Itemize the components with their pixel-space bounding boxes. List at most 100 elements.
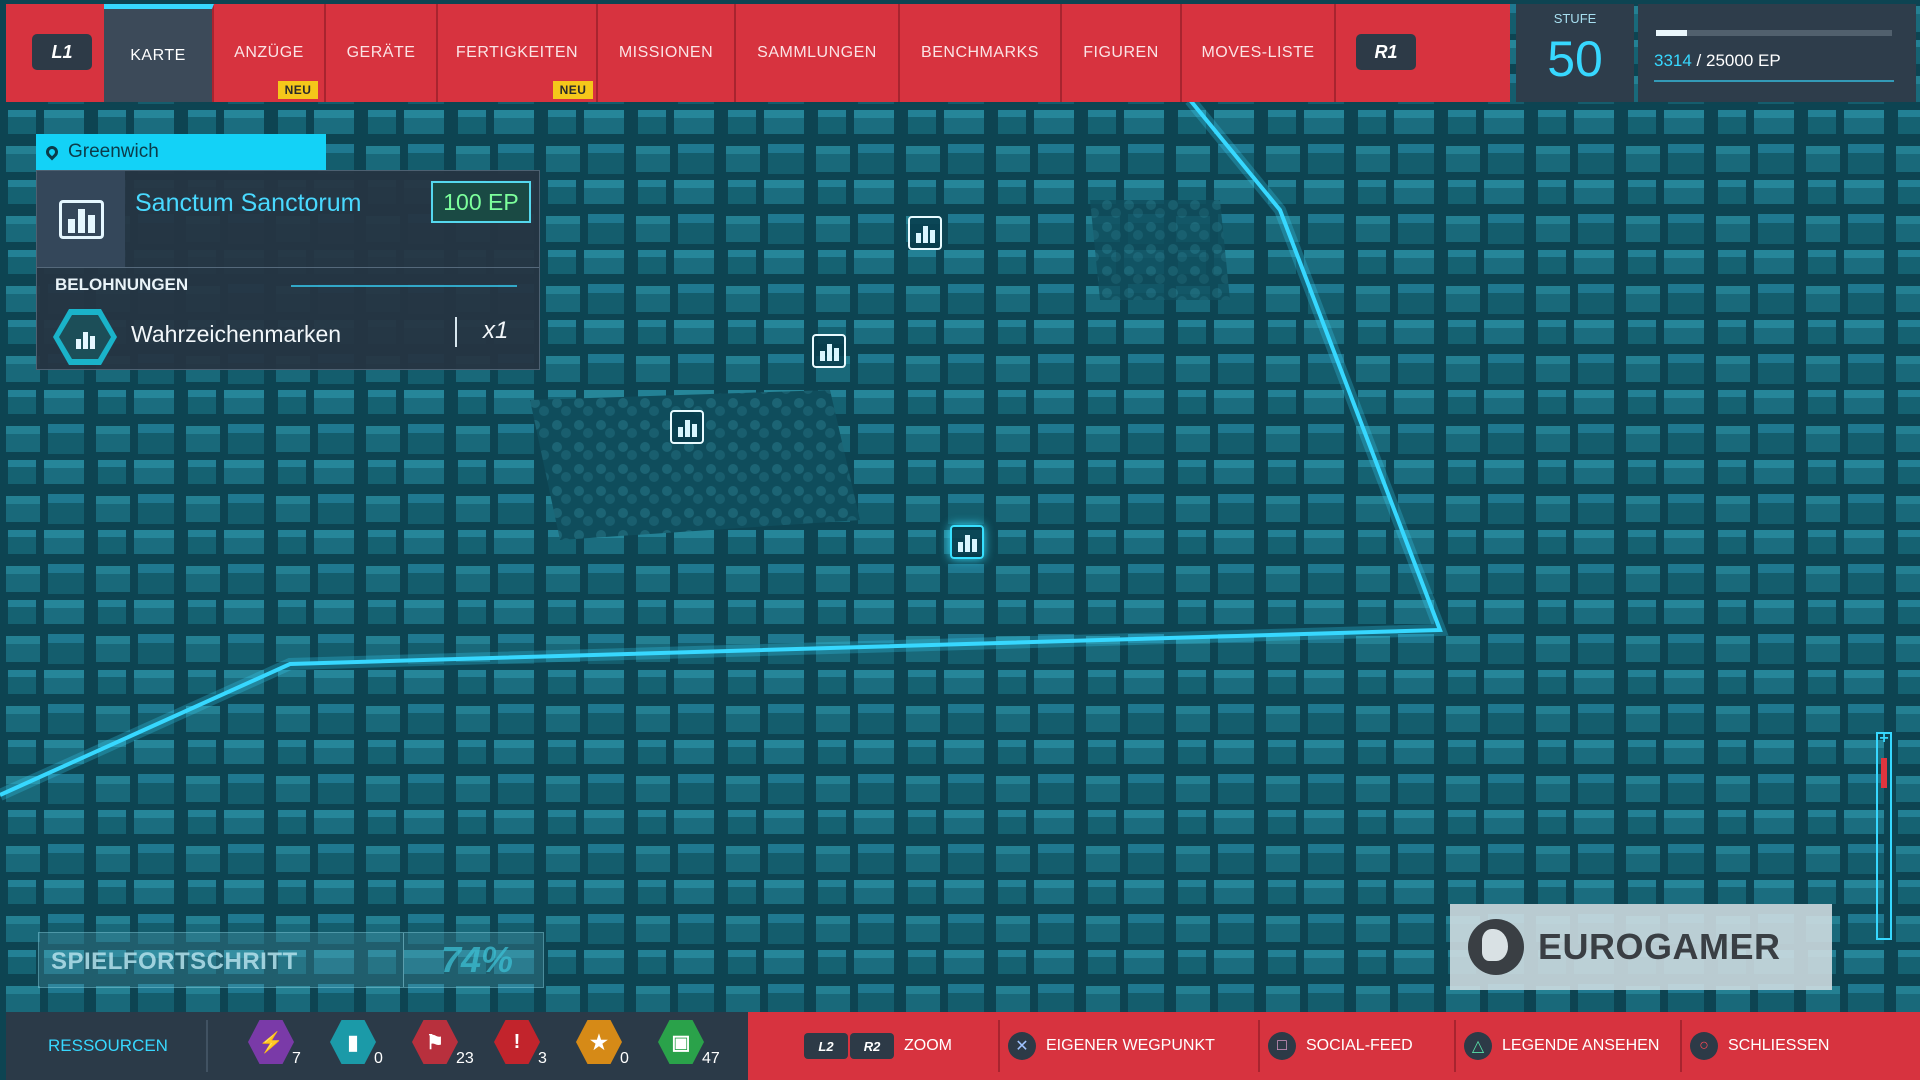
selected-landmark-marker[interactable] <box>950 525 984 559</box>
zoom-action[interactable]: L2 R2 ZOOM <box>804 1012 952 1080</box>
top-navigation: L1 KARTE ANZÜGE NEU GERÄTE FERTIGKEITEN … <box>6 4 1510 102</box>
action-label: ZOOM <box>904 1037 952 1054</box>
divider <box>37 267 539 268</box>
tab-anzuege[interactable]: ANZÜGE NEU <box>214 4 326 102</box>
zoom-slider[interactable]: + <box>1876 730 1892 940</box>
research-token-icon: ⚡ <box>248 1020 294 1064</box>
resources-panel: RESSOURCEN ⚡ 7 ▮ 0 ⚑ 23 ! 3 ★ 0 ▣ 47 <box>6 1012 748 1080</box>
circle-button-icon: ○ <box>1690 1032 1718 1060</box>
xp-max: 25000 EP <box>1706 51 1781 70</box>
resource-count: 23 <box>456 1050 474 1067</box>
game-map-screen: L1 KARTE ANZÜGE NEU GERÄTE FERTIGKEITEN … <box>0 0 1920 1080</box>
rewards-heading: BELOHNUNGEN <box>55 275 189 294</box>
close-action[interactable]: ○ SCHLIESSEN <box>1680 1012 1830 1080</box>
landmark-marker[interactable] <box>812 334 846 368</box>
level-indicator: STUFE 50 <box>1516 4 1634 102</box>
progress-value: 74% <box>441 939 514 980</box>
xp-text: 3314 / 25000 EP <box>1654 51 1781 71</box>
new-badge: NEU <box>553 81 593 99</box>
legend-action[interactable]: △ LEGENDE ANSEHEN <box>1454 1012 1660 1080</box>
landmark-info-panel: Sanctum Sanctorum 100 EP BELOHNUNGEN Wah… <box>36 170 540 370</box>
resource-item: ⚑ 23 <box>412 1020 492 1072</box>
tab-label: MISSIONEN <box>618 44 714 61</box>
action-label: LEGENDE ANSEHEN <box>1502 1037 1660 1054</box>
action-label: EIGENER WEGPUNKT <box>1046 1037 1215 1054</box>
l2-button-icon: L2 <box>804 1033 848 1059</box>
divider <box>403 933 404 987</box>
district-label: Greenwich <box>36 134 326 170</box>
tab-moves-liste[interactable]: MOVES-LISTE <box>1182 4 1336 102</box>
resource-item: ▮ 0 <box>330 1020 410 1072</box>
tab-geraete[interactable]: GERÄTE <box>326 4 438 102</box>
resource-item: ▣ 47 <box>658 1020 738 1072</box>
reward-name: Wahrzeichenmarken <box>131 321 342 347</box>
resource-item: ! 3 <box>494 1020 574 1072</box>
xp-progress-fill <box>1656 30 1688 36</box>
level-value: 50 <box>1547 31 1603 87</box>
triangle-button-icon: △ <box>1464 1032 1492 1060</box>
challenge-token-icon: ★ <box>576 1020 622 1064</box>
l1-button[interactable]: L1 <box>32 34 92 70</box>
bottom-bar: RESSOURCEN ⚡ 7 ▮ 0 ⚑ 23 ! 3 ★ 0 ▣ 47 L2 … <box>6 1012 1920 1080</box>
social-feed-action[interactable]: □ SOCIAL-FEED <box>1258 1012 1413 1080</box>
reward-quantity: x1 <box>483 317 509 344</box>
game-progress: SPIELFORTSCHRITT 74% <box>38 932 544 988</box>
tab-benchmarks[interactable]: BENCHMARKS <box>900 4 1062 102</box>
crime-token-icon: ! <box>494 1020 540 1064</box>
xp-underline <box>1654 80 1894 82</box>
resource-item: ★ 0 <box>576 1020 656 1072</box>
tab-label: FERTIGKEITEN <box>455 44 579 61</box>
xp-separator: / <box>1691 51 1706 70</box>
district-name: Greenwich <box>68 141 159 162</box>
resource-count: 3 <box>538 1050 547 1067</box>
resource-item: ⚡ 7 <box>248 1020 328 1072</box>
level-label: STUFE <box>1553 11 1597 26</box>
divider <box>206 1020 208 1072</box>
tab-label: FIGUREN <box>1083 44 1159 61</box>
backpack-token-icon: ▣ <box>658 1020 704 1064</box>
cross-button-icon: ✕ <box>1008 1032 1036 1060</box>
resource-count: 0 <box>620 1050 629 1067</box>
action-label: SOCIAL-FEED <box>1306 1037 1413 1054</box>
globe-icon <box>1468 919 1524 975</box>
landmark-marker[interactable] <box>670 410 704 444</box>
tab-fertigkeiten[interactable]: FERTIGKEITEN NEU <box>438 4 598 102</box>
tab-label: KARTE <box>130 46 186 64</box>
square-button-icon: □ <box>1268 1032 1296 1060</box>
resources-title: RESSOURCEN <box>48 1036 168 1055</box>
resource-count: 0 <box>374 1050 383 1067</box>
tab-missionen[interactable]: MISSIONEN <box>598 4 736 102</box>
progress-label: SPIELFORTSCHRITT <box>51 948 298 975</box>
landmark-token-icon <box>53 309 117 365</box>
xp-current: 3314 <box>1654 51 1692 70</box>
tab-label: GERÄTE <box>346 44 416 61</box>
tab-sammlungen[interactable]: SAMMLUNGEN <box>736 4 900 102</box>
tab-label: ANZÜGE <box>234 44 304 61</box>
zoom-slider-handle[interactable] <box>1881 758 1887 788</box>
xp-progress-bar <box>1656 30 1892 36</box>
landmark-token-icon: ▮ <box>330 1020 376 1064</box>
location-pin-icon <box>43 143 61 161</box>
experience-panel: 3314 / 25000 EP <box>1638 4 1916 102</box>
divider <box>455 317 457 347</box>
r2-button-icon: R2 <box>850 1033 894 1059</box>
base-token-icon: ⚑ <box>412 1020 458 1064</box>
plus-icon: + <box>1879 730 1889 747</box>
divider <box>291 285 517 287</box>
landmark-icon <box>37 171 125 267</box>
xp-reward-badge: 100 EP <box>431 181 531 223</box>
watermark-text: EUROGAMER <box>1538 926 1781 967</box>
action-label: SCHLIESSEN <box>1728 1037 1830 1054</box>
landmark-marker[interactable] <box>908 216 942 250</box>
r1-button[interactable]: R1 <box>1356 34 1416 70</box>
tab-label: MOVES-LISTE <box>1201 44 1315 61</box>
resource-count: 7 <box>292 1050 301 1067</box>
tab-figuren[interactable]: FIGUREN <box>1062 4 1182 102</box>
eurogamer-watermark: EUROGAMER <box>1450 904 1832 990</box>
waypoint-action[interactable]: ✕ EIGENER WEGPUNKT <box>998 1012 1215 1080</box>
tab-label: SAMMLUNGEN <box>757 44 877 61</box>
tab-karte[interactable]: KARTE <box>104 4 214 102</box>
new-badge: NEU <box>278 81 318 99</box>
landmark-name: Sanctum Sanctorum <box>135 189 362 217</box>
resource-count: 47 <box>702 1050 720 1067</box>
